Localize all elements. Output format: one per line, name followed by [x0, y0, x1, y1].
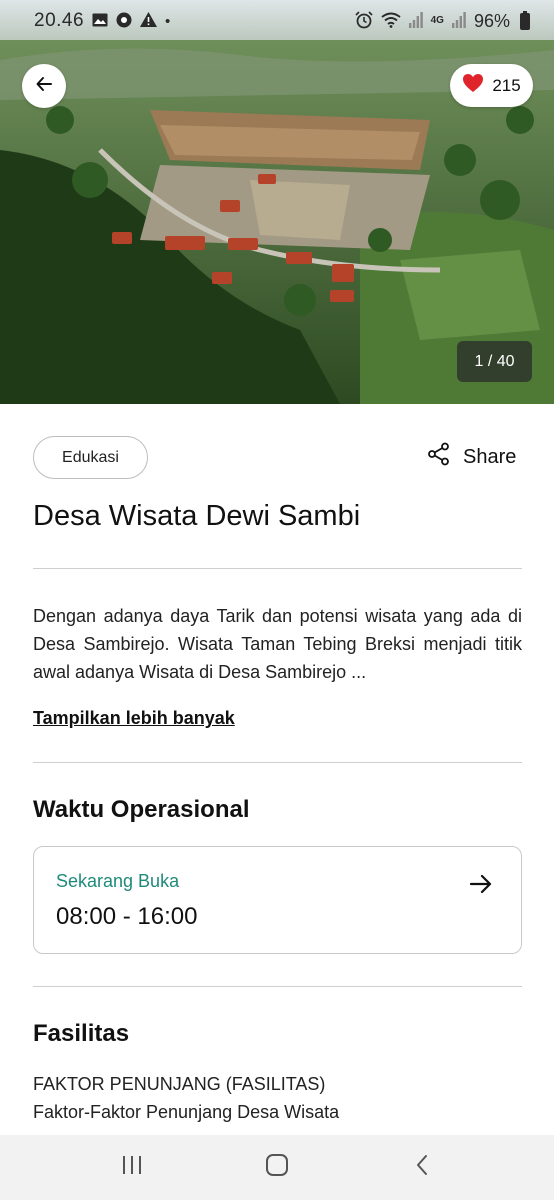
category-chip[interactable]: Edukasi	[33, 436, 148, 479]
divider	[33, 986, 522, 987]
nav-back-button[interactable]	[392, 1143, 452, 1193]
battery-icon	[520, 10, 530, 30]
like-button[interactable]: 215	[450, 64, 533, 107]
alarm-icon	[355, 10, 373, 32]
description-text: Dengan adanya daya Tarik dan potensi wis…	[33, 606, 522, 682]
nav-back-icon	[415, 1154, 429, 1181]
divider	[33, 762, 522, 763]
share-icon	[427, 442, 451, 472]
status-bar: 20.46 • 4G 96%	[0, 0, 554, 42]
status-bar-right: 4G 96%	[355, 10, 530, 32]
notification-dot-icon: •	[165, 12, 171, 30]
share-button[interactable]: Share	[427, 442, 516, 472]
share-label: Share	[463, 445, 517, 468]
network-type-label: 4G	[430, 15, 444, 26]
arrow-right-icon	[468, 871, 494, 902]
facilities-line: Faktor-Faktor Penunjang Desa Wisata	[33, 1102, 340, 1122]
home-icon	[265, 1153, 289, 1182]
chrome-icon	[116, 12, 132, 31]
battery-percent: 96%	[473, 10, 510, 31]
page-title: Desa Wisata Dewi Sambi	[33, 500, 361, 532]
recent-apps-icon	[121, 1155, 143, 1180]
back-button[interactable]	[22, 64, 66, 108]
operating-hours: 08:00 - 16:00	[56, 903, 198, 930]
operational-hours-card[interactable]: Sekarang Buka 08:00 - 16:00	[33, 846, 522, 954]
back-arrow-icon	[35, 75, 53, 98]
like-count: 215	[492, 75, 521, 95]
divider	[33, 568, 522, 569]
wifi-icon	[381, 12, 401, 31]
image-icon	[92, 13, 108, 30]
heart-icon	[462, 73, 484, 98]
status-bar-left: 20.46 •	[34, 10, 170, 32]
home-button[interactable]	[247, 1143, 307, 1193]
facilities-line: FAKTOR PENUNJANG (FASILITAS)	[33, 1074, 326, 1094]
system-navigation-bar	[0, 1135, 554, 1200]
show-more-link[interactable]: Tampilkan lebih banyak	[33, 708, 235, 729]
signal-icon-secondary	[451, 11, 466, 31]
status-time: 20.46	[34, 10, 85, 31]
open-status: Sekarang Buka	[56, 871, 180, 891]
signal-icon	[408, 11, 423, 31]
warning-icon	[140, 12, 158, 30]
image-counter: 1 / 40	[457, 341, 532, 382]
operational-heading: Waktu Operasional	[33, 796, 250, 823]
hero-image-carousel[interactable]: 20.46 • 4G 96% 215 1 / 40	[0, 0, 554, 404]
facilities-heading: Fasilitas	[33, 1020, 130, 1047]
recent-apps-button[interactable]	[102, 1143, 162, 1193]
